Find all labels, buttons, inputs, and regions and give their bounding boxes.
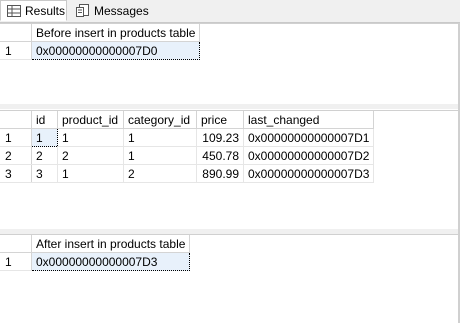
column-header-price[interactable]: price (196, 111, 244, 129)
table-row[interactable]: 1 1 1 1 109.23 0x00000000000007D1 (0, 128, 375, 147)
result-grid-before[interactable]: Before insert in products table 1 0x0000… (0, 23, 458, 104)
result-grid-after[interactable]: After insert in products table 1 0x00000… (0, 234, 458, 322)
cell-product-id[interactable]: 1 (57, 128, 124, 147)
results-tab-bar: Results Messages (0, 0, 460, 23)
cell-price[interactable]: 109.23 (196, 128, 244, 147)
tab-results[interactable]: Results (0, 0, 67, 21)
cell-last-changed[interactable]: 0x00000000000007D1 (243, 128, 375, 147)
column-header-product-id[interactable]: product_id (57, 111, 124, 129)
cell-price[interactable]: 450.78 (196, 146, 244, 165)
cell-product-id[interactable]: 2 (57, 146, 124, 165)
tab-results-label: Results (25, 3, 66, 18)
pane-splitter[interactable] (0, 104, 460, 109)
table-row[interactable]: 2 2 2 1 450.78 0x00000000000007D2 (0, 146, 375, 165)
cell-id[interactable]: 3 (31, 164, 58, 183)
grid-icon (7, 4, 21, 17)
messages-icon (76, 4, 90, 17)
table-row[interactable]: 1 0x00000000000007D3 (0, 252, 191, 271)
cell-id[interactable]: 2 (31, 146, 58, 165)
row-number[interactable]: 1 (0, 41, 32, 60)
row-number[interactable]: 1 (0, 252, 32, 271)
cell-category-id[interactable]: 2 (123, 164, 197, 183)
cell-id[interactable]: 1 (31, 128, 58, 147)
row-number[interactable]: 1 (0, 128, 32, 147)
table-row[interactable]: 3 3 1 2 890.99 0x00000000000007D3 (0, 164, 375, 183)
cell-category-id[interactable]: 1 (123, 128, 197, 147)
cell-product-id[interactable]: 1 (57, 164, 124, 183)
row-number[interactable]: 3 (0, 164, 32, 183)
cell-last-changed[interactable]: 0x00000000000007D3 (243, 164, 375, 183)
tab-messages[interactable]: Messages (70, 0, 149, 21)
table-row[interactable]: 1 0x00000000000007D0 (0, 41, 201, 60)
cell-price[interactable]: 890.99 (196, 164, 244, 183)
cell-value[interactable]: 0x00000000000007D3 (30, 252, 191, 271)
row-header-corner (0, 24, 32, 42)
cell-value[interactable]: 0x00000000000007D0 (30, 41, 201, 60)
column-header-id[interactable]: id (31, 111, 58, 129)
result-grid-products[interactable]: id product_id category_id price last_cha… (0, 110, 458, 229)
column-header[interactable]: Before insert in products table (31, 24, 201, 42)
row-header-corner (0, 111, 32, 129)
column-header[interactable]: After insert in products table (31, 235, 191, 253)
cell-last-changed[interactable]: 0x00000000000007D2 (243, 146, 375, 165)
row-number[interactable]: 2 (0, 146, 32, 165)
row-header-corner (0, 235, 32, 253)
tab-messages-label: Messages (94, 3, 149, 18)
cell-category-id[interactable]: 1 (123, 146, 197, 165)
column-header-category-id[interactable]: category_id (123, 111, 197, 129)
column-header-last-changed[interactable]: last_changed (243, 111, 375, 129)
